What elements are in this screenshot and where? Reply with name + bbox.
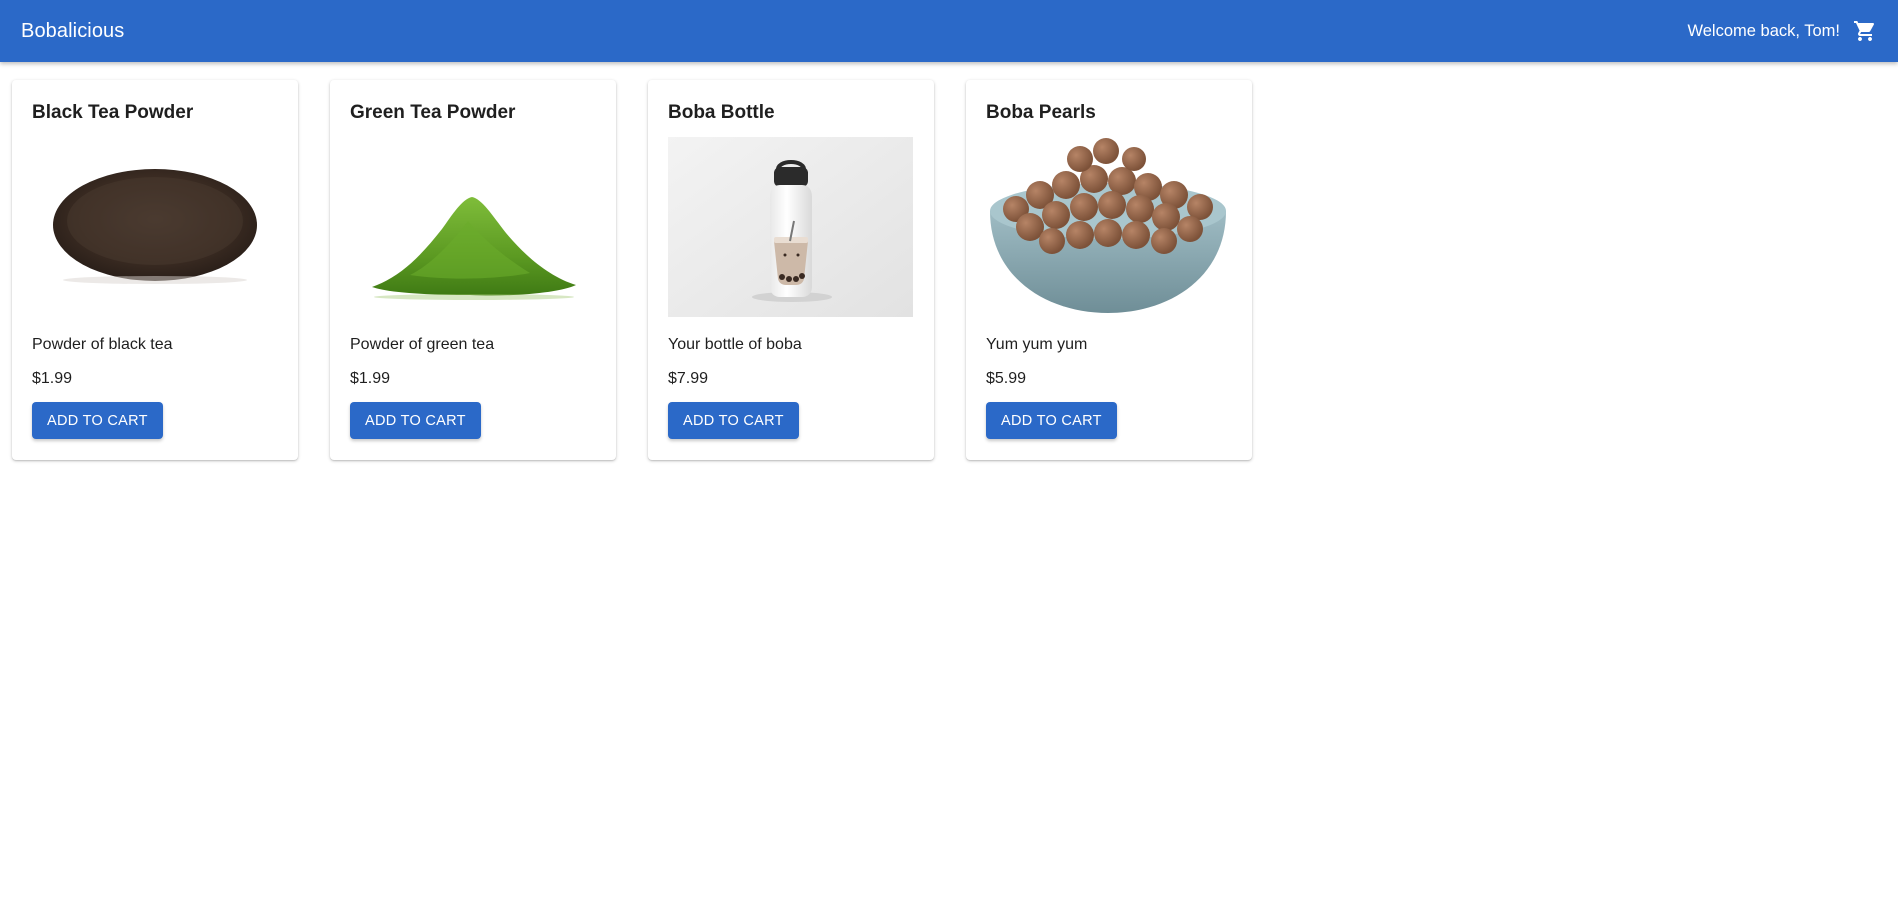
boba-bottle-image (668, 137, 913, 317)
app-bar-right: Welcome back, Tom! (1687, 18, 1878, 44)
product-price: $1.99 (32, 370, 73, 387)
add-to-cart-button[interactable]: ADD TO CART (32, 402, 163, 439)
add-to-cart-button[interactable]: ADD TO CART (986, 402, 1117, 439)
product-grid: Black Tea Powder Powder of black tea $1.… (12, 80, 1252, 460)
product-price: $7.99 (668, 370, 709, 387)
product-title: Green Tea Powder (350, 102, 516, 123)
product-price: $5.99 (986, 370, 1027, 387)
green-tea-powder-image (350, 137, 595, 317)
product-title: Black Tea Powder (32, 102, 194, 123)
product-card: Green Tea Powder Powder of green tea $1.… (330, 80, 616, 460)
shopping-cart-icon (1854, 21, 1875, 41)
product-description: Powder of black tea (32, 336, 173, 353)
brand-title[interactable]: Bobalicious (21, 20, 124, 43)
black-tea-powder-image (32, 137, 277, 317)
product-card: Black Tea Powder Powder of black tea $1.… (12, 80, 298, 460)
product-card: Boba Bottle Your bottle of boba $7.99 AD… (648, 80, 934, 460)
add-to-cart-button[interactable]: ADD TO CART (350, 402, 481, 439)
product-title: Boba Pearls (986, 102, 1096, 123)
product-description: Powder of green tea (350, 336, 495, 353)
product-card: Boba Pearls Yum yum yum $5.99 ADD TO CAR… (966, 80, 1252, 460)
boba-pearls-image (986, 137, 1231, 317)
product-description: Your bottle of boba (668, 336, 802, 353)
welcome-message: Welcome back, Tom! (1687, 21, 1840, 40)
app-bar: Bobalicious Welcome back, Tom! (0, 0, 1898, 62)
product-title: Boba Bottle (668, 102, 775, 123)
cart-button[interactable] (1852, 18, 1878, 44)
product-description: Yum yum yum (986, 336, 1088, 353)
product-price: $1.99 (350, 370, 391, 387)
add-to-cart-button[interactable]: ADD TO CART (668, 402, 799, 439)
